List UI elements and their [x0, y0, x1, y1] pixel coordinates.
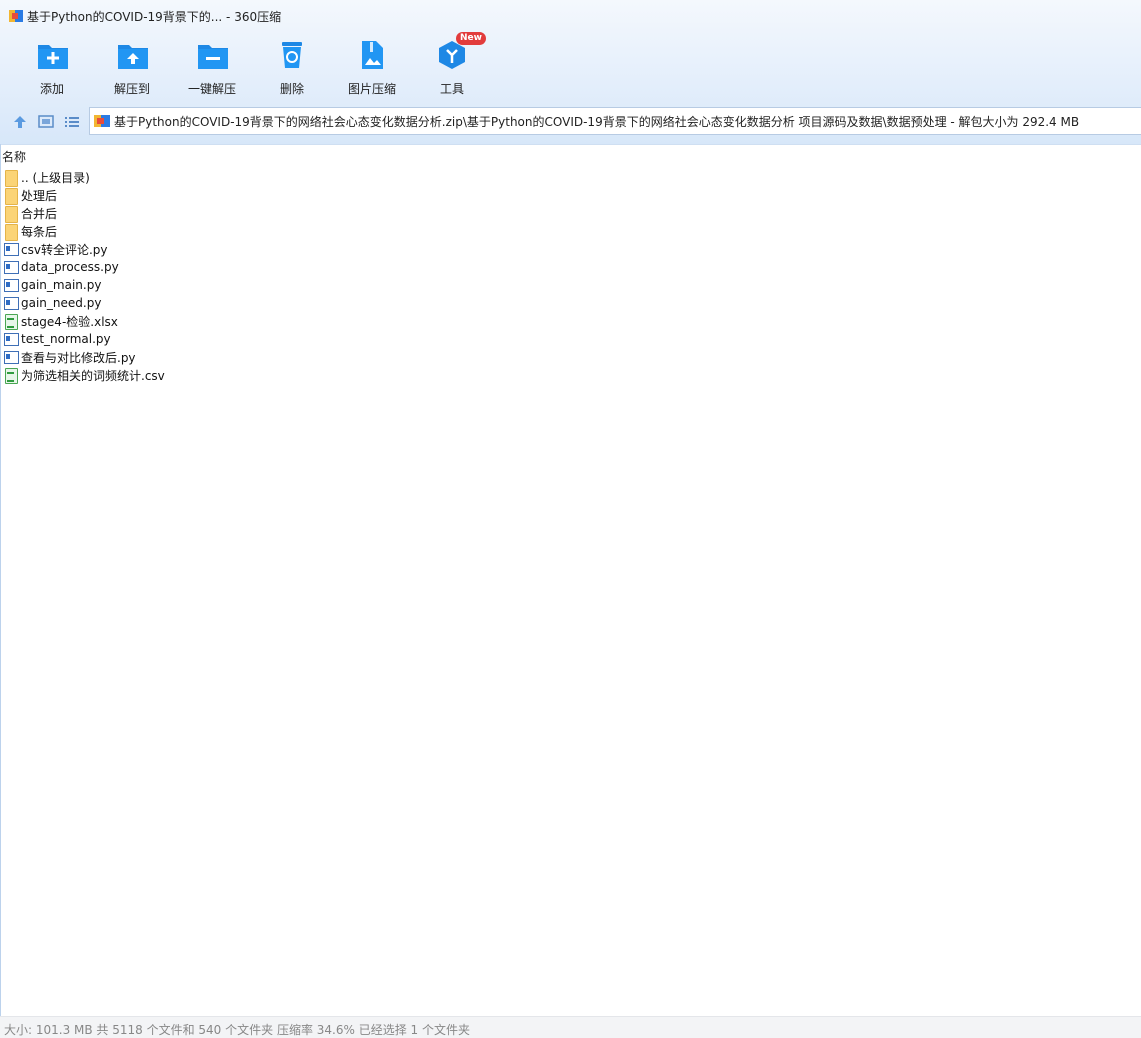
new-badge: New — [456, 32, 486, 45]
status-text: 大小: 101.3 MB 共 5118 个文件和 540 个文件夹 压缩率 34… — [4, 1023, 470, 1037]
extract-to-icon — [117, 40, 148, 70]
list-item[interactable]: 合并后 — [0, 204, 1141, 223]
add-label: 添加 — [39, 82, 64, 96]
tools-label: 工具 — [439, 82, 464, 96]
file-name: data_process.py — [21, 260, 119, 274]
extract-to-label: 解压到 — [113, 82, 150, 96]
up-arrow-icon[interactable] — [11, 113, 29, 131]
delete-button[interactable]: 删除 — [252, 38, 332, 98]
address-bar[interactable]: 基于Python的COVID-19背景下的网络社会心态变化数据分析.zip\基于… — [89, 107, 1141, 135]
folder-icon — [3, 187, 19, 205]
delete-icon — [277, 40, 307, 70]
window-title: 基于Python的COVID-19背景下的... - 360压缩 — [27, 9, 282, 24]
address-path: 基于Python的COVID-19背景下的网络社会心态变化数据分析.zip\基于… — [114, 114, 1080, 129]
add-icon — [37, 40, 68, 70]
navigation-bar: 基于Python的COVID-19背景下的网络社会心态变化数据分析.zip\基于… — [0, 106, 1141, 138]
file-name: gain_need.py — [21, 296, 102, 310]
file-name: .. (上级目录) — [21, 170, 90, 185]
list-item[interactable]: 查看与对比修改后.py — [0, 348, 1141, 366]
image-compress-icon — [357, 40, 387, 70]
archive-icon — [94, 113, 110, 129]
file-name: stage4-检验.xlsx — [21, 314, 118, 329]
file-name: test_normal.py — [21, 332, 111, 346]
list-item[interactable]: gain_need.py — [0, 294, 1141, 312]
image-compress-label: 图片压缩 — [347, 82, 396, 96]
python-file-icon — [3, 259, 19, 275]
list-item[interactable]: 处理后 — [0, 186, 1141, 205]
file-name: 合并后 — [21, 206, 58, 221]
list-item[interactable]: stage4-检验.xlsx — [0, 312, 1141, 330]
file-name: csv转全评论.py — [21, 242, 108, 257]
file-name: gain_main.py — [21, 278, 102, 292]
python-file-icon — [3, 277, 19, 293]
column-header-name[interactable]: 名称 — [2, 148, 26, 165]
app-logo-icon — [9, 9, 23, 23]
status-bar: 大小: 101.3 MB 共 5118 个文件和 540 个文件夹 压缩率 34… — [0, 1016, 1141, 1038]
list-header: 名称 — [0, 146, 1141, 164]
list-item[interactable]: .. (上级目录) — [0, 168, 1141, 187]
delete-label: 删除 — [279, 82, 304, 96]
file-name: 处理后 — [21, 188, 58, 203]
list-item[interactable]: test_normal.py — [0, 330, 1141, 348]
list-item[interactable]: gain_main.py — [0, 276, 1141, 294]
csv-file-icon — [3, 367, 19, 384]
list-view-icon[interactable] — [63, 113, 81, 131]
add-button[interactable]: 添加 — [12, 38, 92, 98]
one-click-extract-label: 一键解压 — [187, 82, 236, 96]
app-window: 基于Python的COVID-19背景下的... - 360压缩 添加 解压到 … — [0, 0, 1141, 1038]
excel-file-icon — [3, 313, 19, 330]
file-list: .. (上级目录) 处理后 合并后 每条后 csv转全评论.py data_pr… — [0, 168, 1141, 384]
tools-button[interactable]: New 工具 — [412, 32, 492, 98]
list-item[interactable]: csv转全评论.py — [0, 240, 1141, 258]
one-click-extract-icon — [197, 40, 228, 70]
list-item[interactable]: 每条后 — [0, 222, 1141, 241]
one-click-extract-button[interactable]: 一键解压 — [172, 38, 252, 98]
file-name: 为筛选相关的词频统计.csv — [21, 368, 165, 383]
extract-to-button[interactable]: 解压到 — [92, 38, 172, 98]
file-name: 每条后 — [21, 224, 58, 239]
top-chrome: 基于Python的COVID-19背景下的... - 360压缩 添加 解压到 … — [0, 0, 1141, 145]
image-compress-button[interactable]: 图片压缩 — [332, 38, 412, 98]
folder-icon — [3, 169, 19, 187]
python-file-icon — [3, 349, 19, 365]
thumbnail-view-icon[interactable] — [37, 113, 55, 131]
python-file-icon — [3, 331, 19, 347]
folder-icon — [3, 223, 19, 241]
python-file-icon — [3, 241, 19, 257]
title-bar: 基于Python的COVID-19背景下的... - 360压缩 — [0, 0, 1141, 32]
folder-icon — [3, 205, 19, 223]
list-item[interactable]: data_process.py — [0, 258, 1141, 276]
main-toolbar: 添加 解压到 一键解压 删除 图片压缩 New 工具 — [12, 32, 492, 98]
file-name: 查看与对比修改后.py — [21, 350, 136, 365]
python-file-icon — [3, 295, 19, 311]
list-item[interactable]: 为筛选相关的词频统计.csv — [0, 366, 1141, 384]
